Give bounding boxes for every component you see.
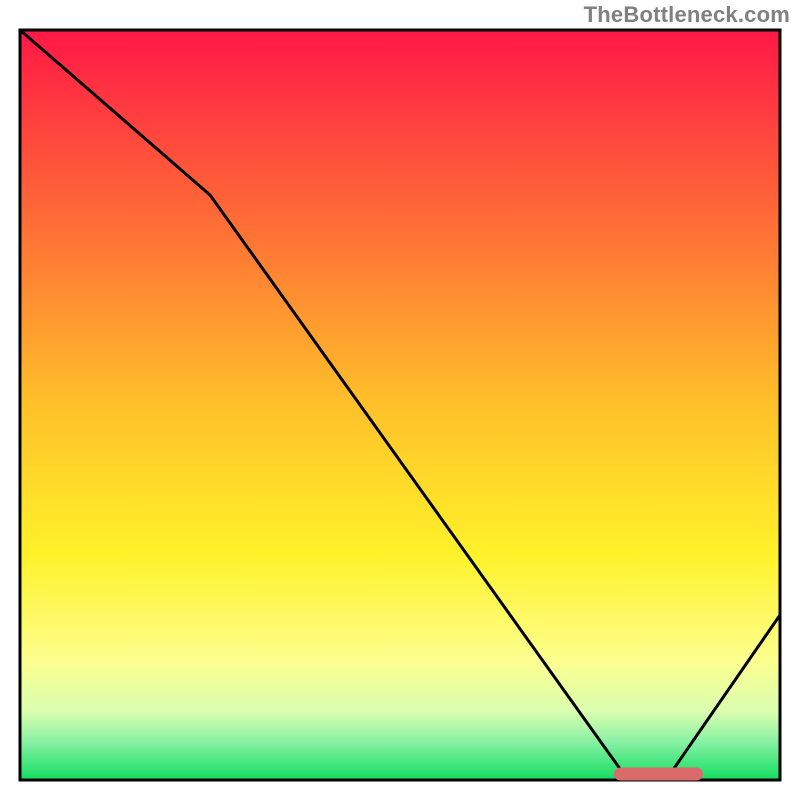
plot-area (20, 30, 780, 780)
chart-container: TheBottleneck.com (0, 0, 800, 800)
watermark-text: TheBottleneck.com (584, 2, 790, 28)
gradient-fill (20, 30, 780, 780)
bottleneck-chart (0, 0, 800, 800)
